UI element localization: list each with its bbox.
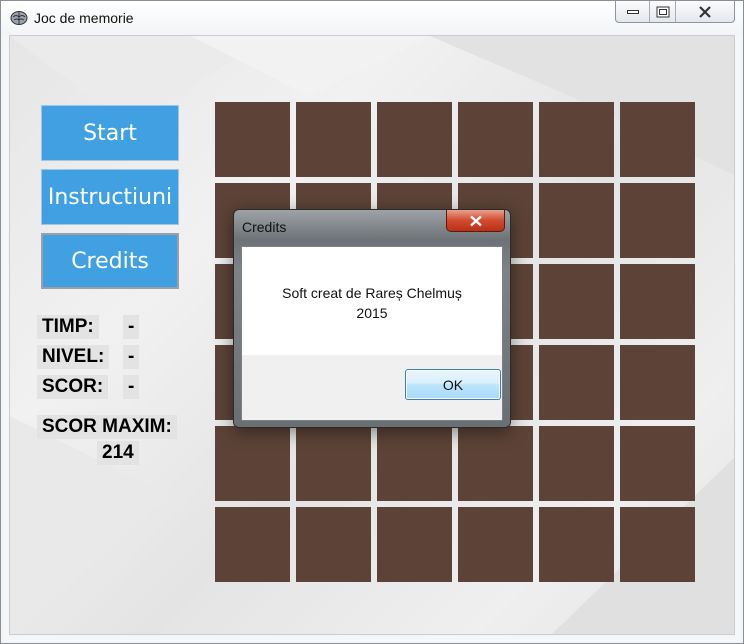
dialog-title: Credits xyxy=(242,219,287,235)
ok-button[interactable]: OK xyxy=(405,369,501,400)
card-tile[interactable] xyxy=(620,183,695,258)
card-tile[interactable] xyxy=(296,426,371,501)
card-tile[interactable] xyxy=(539,102,614,177)
card-tile[interactable] xyxy=(458,507,533,582)
minimize-icon xyxy=(626,9,639,14)
time-value: - xyxy=(123,315,140,339)
card-tile[interactable] xyxy=(296,102,371,177)
dialog-close-button[interactable] xyxy=(446,210,505,232)
time-label: TIMP: xyxy=(37,315,99,339)
close-icon xyxy=(469,215,482,226)
title-bar[interactable]: Joc de memorie xyxy=(1,1,743,35)
dialog-footer: OK xyxy=(241,355,503,421)
instructions-button[interactable]: Instructiuni xyxy=(41,169,179,225)
maximize-icon xyxy=(656,6,669,17)
card-tile[interactable] xyxy=(539,507,614,582)
card-tile[interactable] xyxy=(215,426,290,501)
start-button[interactable]: Start xyxy=(41,105,179,161)
dialog-message-line2: 2015 xyxy=(356,305,388,321)
dialog-message: Soft creat de Rareș Chelmuș 2015 xyxy=(242,283,502,323)
credits-button[interactable]: Credits xyxy=(41,233,179,289)
card-tile[interactable] xyxy=(539,345,614,420)
card-tile[interactable] xyxy=(377,507,452,582)
card-tile[interactable] xyxy=(539,183,614,258)
card-tile[interactable] xyxy=(377,426,452,501)
close-button[interactable] xyxy=(675,1,734,22)
card-tile[interactable] xyxy=(377,102,452,177)
maximize-button[interactable] xyxy=(649,1,675,22)
dialog-body: Soft creat de Rareș Chelmuș 2015 xyxy=(241,246,503,355)
level-value: - xyxy=(123,345,140,369)
card-tile[interactable] xyxy=(458,102,533,177)
card-tile[interactable] xyxy=(458,426,533,501)
card-tile[interactable] xyxy=(620,507,695,582)
card-tile[interactable] xyxy=(539,264,614,339)
brain-icon xyxy=(10,11,28,25)
card-tile[interactable] xyxy=(215,102,290,177)
card-tile[interactable] xyxy=(296,507,371,582)
dialog-message-line1: Soft creat de Rareș Chelmuș xyxy=(282,285,462,301)
close-icon xyxy=(699,5,711,18)
credits-dialog: Credits Soft creat de Rareș Chelmuș 2015… xyxy=(233,209,511,428)
card-tile[interactable] xyxy=(620,345,695,420)
level-label: NIVEL: xyxy=(37,345,110,369)
card-tile[interactable] xyxy=(215,507,290,582)
minimize-button[interactable] xyxy=(616,1,649,22)
card-tile[interactable] xyxy=(620,426,695,501)
score-value: - xyxy=(123,375,140,399)
card-tile[interactable] xyxy=(539,426,614,501)
card-tile[interactable] xyxy=(620,264,695,339)
card-tile[interactable] xyxy=(620,102,695,177)
max-score-value: 214 xyxy=(97,441,139,465)
score-label: SCOR: xyxy=(37,375,109,399)
max-score-label: SCOR MAXIM: xyxy=(37,415,177,439)
window-title: Joc de memorie xyxy=(34,10,134,26)
caption-buttons xyxy=(615,1,735,23)
